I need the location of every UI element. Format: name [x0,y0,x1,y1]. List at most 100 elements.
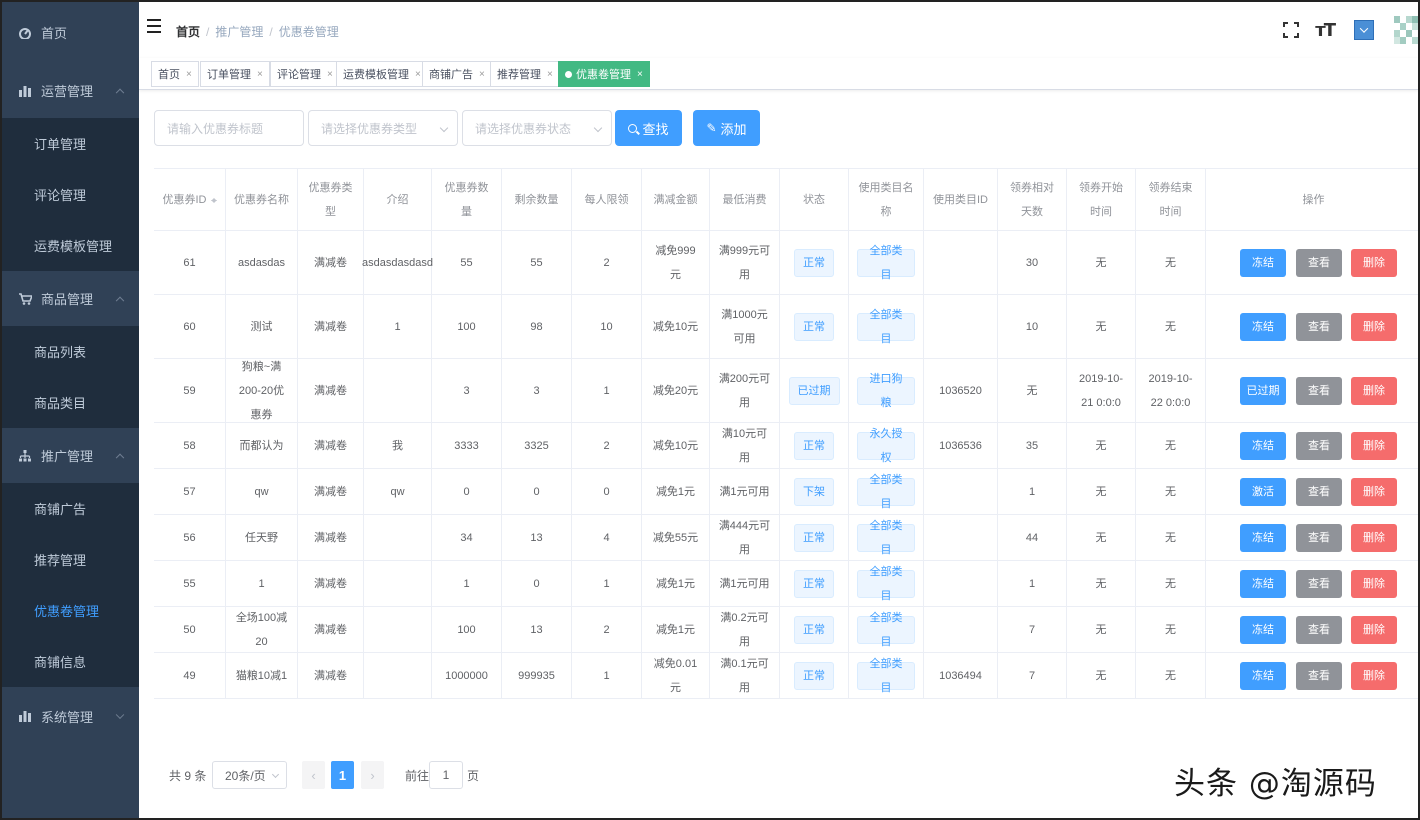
cell-text: 4 [603,531,610,544]
close-icon[interactable]: × [547,69,553,80]
close-icon[interactable]: × [637,69,643,80]
font-size-icon[interactable]: тT [1315,20,1336,41]
sidebar-item-product-list[interactable]: 商品列表 [2,326,139,377]
sidebar-group-system[interactable]: 系统管理 [2,687,139,745]
cell-remain: 0 [502,469,572,514]
close-icon[interactable]: × [186,69,192,80]
freeze-button[interactable]: 冻结 [1240,312,1286,341]
user-dropdown-icon[interactable] [1354,20,1374,40]
delete-button[interactable]: 删除 [1351,431,1397,460]
fullscreen-icon[interactable] [1283,22,1300,38]
close-icon[interactable]: × [257,69,263,80]
tag-coupons[interactable]: 优惠卷管理 × [558,61,650,87]
freeze-button[interactable]: 冻结 [1240,523,1286,552]
tag-shipping-templates[interactable]: 运费模板管理 × [336,61,428,87]
sidebar-item-shop-info[interactable]: 商铺信息 [2,636,139,687]
delete-button[interactable]: 删除 [1351,376,1397,405]
freeze-button[interactable]: 冻结 [1240,569,1286,598]
cell-text: 减免1元 [655,623,696,636]
add-button[interactable]: ✎ 添加 [693,110,760,146]
goto-page-input[interactable]: 1 [429,761,463,789]
sidebar-item-product-categories[interactable]: 商品类目 [2,377,139,428]
freeze-button[interactable]: 冻结 [1240,248,1286,277]
sidebar-item-shipping-templates[interactable]: 运费模板管理 [2,220,139,271]
cell-text: 13 [530,531,543,544]
freeze-button[interactable]: 冻结 [1240,431,1286,460]
delete-button[interactable]: 删除 [1351,248,1397,277]
sidebar-group-promotion[interactable]: 推广管理 [2,428,139,483]
close-icon[interactable]: × [479,69,485,80]
view-button[interactable]: 查看 [1296,431,1342,460]
sidebar-item-recommendations[interactable]: 推荐管理 [2,534,139,585]
view-button[interactable]: 查看 [1296,312,1342,341]
goto-label: 前往 [405,768,430,783]
sidebar-group-products[interactable]: 商品管理 [2,271,139,326]
cell-text: 无 [1165,531,1176,544]
sidebar-item-comments[interactable]: 评论管理 [2,169,139,220]
delete-button[interactable]: 删除 [1351,661,1397,690]
cell-min-spend: 满999元可用 [710,231,780,294]
status-badge: 正常 [794,248,834,277]
category-badge: 全部类目 [857,520,915,556]
coupon-status-select[interactable]: 请选择优惠券状态 [462,110,612,146]
page-size-select[interactable]: 20条/页 [212,761,287,789]
freeze-button[interactable]: 已过期 [1240,376,1286,405]
close-icon[interactable]: × [415,69,421,80]
view-button[interactable]: 查看 [1296,248,1342,277]
cell-category-name: 全部类目 [849,295,924,358]
column-header: 每人限领 [572,169,642,230]
sidebar-item-label: 首页 [41,26,68,41]
cell-limit: 1 [572,359,642,422]
cell-category-id [924,607,998,652]
freeze-button[interactable]: 冻结 [1240,615,1286,644]
delete-button[interactable]: 删除 [1351,615,1397,644]
freeze-button[interactable]: 冻结 [1240,661,1286,690]
cell-discount: 减免10元 [642,295,710,358]
page-number-current[interactable]: 1 [331,761,354,789]
view-button[interactable]: 查看 [1296,569,1342,598]
view-button[interactable]: 查看 [1296,477,1342,506]
search-button[interactable]: 查找 [615,110,682,146]
sidebar-item-orders[interactable]: 订单管理 [2,118,139,169]
cell-text: 2 [603,623,610,636]
tag-label: 商铺广告 [429,69,473,81]
tag-comments[interactable]: 评论管理 × [270,61,340,87]
sort-icon[interactable] [210,195,217,205]
delete-button[interactable]: 删除 [1351,523,1397,552]
prev-page-button[interactable]: ‹ [302,761,325,789]
sidebar-group-operations[interactable]: 运营管理 [2,63,139,118]
cell-start-time: 无 [1067,653,1136,698]
table-row: 61 asdasdas 满减卷 asdasdasdasd 55 55 2 减免999元 满999… [154,231,1418,295]
close-icon[interactable]: × [327,69,333,80]
table-row: 60 测试 满减卷 1 100 98 10 减免10元 满1000元可用 正常 全部类目 10 无 无 冻结… [154,295,1418,359]
category-badge: 全部类目 [857,309,915,345]
view-button[interactable]: 查看 [1296,376,1342,405]
hamburger-icon[interactable] [147,19,161,33]
cell-type: 满减卷 [298,653,364,698]
column-header-label: 剩余数量 [514,193,559,206]
delete-button[interactable]: 删除 [1351,477,1397,506]
sidebar-item-coupons[interactable]: 优惠卷管理 [2,585,139,636]
coupon-type-select[interactable]: 请选择优惠券类型 [308,110,458,146]
view-button[interactable]: 查看 [1296,661,1342,690]
breadcrumb-home[interactable]: 首页 [176,25,200,39]
cell-text: 满减卷 [314,577,347,590]
tag-orders[interactable]: 订单管理 × [200,61,270,87]
delete-button[interactable]: 删除 [1351,312,1397,341]
view-button[interactable]: 查看 [1296,615,1342,644]
freeze-button[interactable]: 激活 [1240,477,1286,506]
sidebar-item-home[interactable]: 首页 [2,2,139,63]
tag-recommendations[interactable]: 推荐管理 × [490,61,560,87]
cart-icon [18,292,32,306]
avatar[interactable] [1394,16,1418,44]
cell-count: 1 [432,561,502,606]
coupon-title-input[interactable]: 请输入优惠券标题 [154,110,304,146]
delete-button[interactable]: 删除 [1351,569,1397,598]
next-page-button[interactable]: › [361,761,384,789]
chevron-up-icon [115,296,125,305]
tag-shop-ads[interactable]: 商铺广告 × [422,61,492,87]
column-header[interactable]: 优惠券ID [154,169,226,230]
tag-home[interactable]: 首页 × [151,61,199,87]
sidebar-item-shop-ads[interactable]: 商铺广告 [2,483,139,534]
view-button[interactable]: 查看 [1296,523,1342,552]
